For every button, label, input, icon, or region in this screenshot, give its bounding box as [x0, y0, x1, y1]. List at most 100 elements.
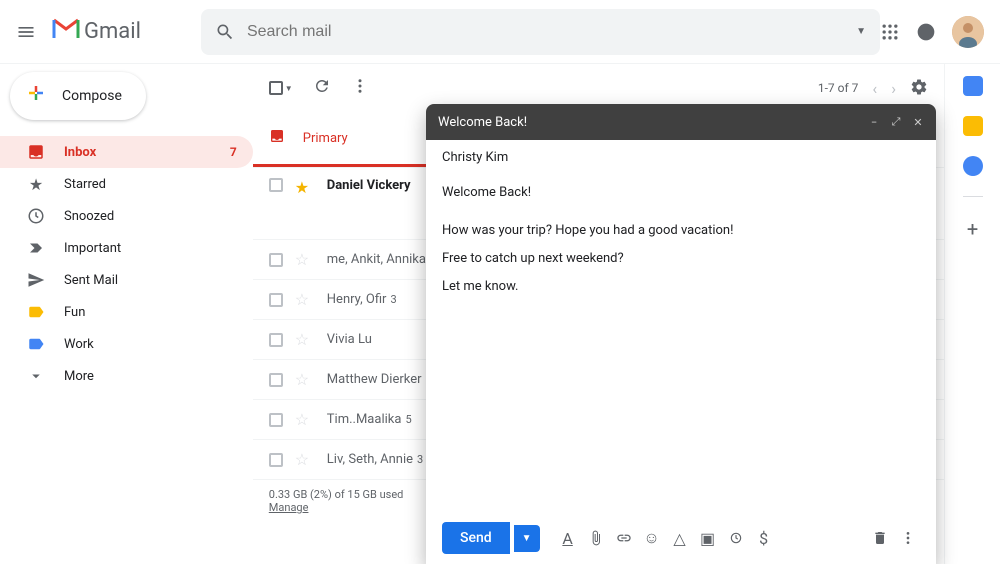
email-checkbox[interactable]: [269, 178, 283, 192]
compose-subject-field[interactable]: Welcome Back!: [426, 175, 936, 210]
discard-draft-icon[interactable]: [868, 526, 892, 550]
header-right: [880, 16, 984, 48]
storage-text: 0.33 GB (2%) of 15 GB used: [269, 488, 404, 501]
email-checkbox[interactable]: [269, 413, 283, 427]
send-options-caret-icon[interactable]: ▼: [514, 525, 540, 552]
main-container: Compose Inbox7★StarredSnoozedImportantSe…: [0, 64, 1000, 564]
insert-emoji-icon[interactable]: ☺: [640, 526, 664, 550]
sidebar-item-label: Important: [64, 241, 121, 256]
close-icon[interactable]: ✕: [912, 116, 924, 128]
app-header: Gmail ▼: [0, 0, 1000, 64]
snooze-icon: [26, 207, 46, 225]
insert-photo-icon[interactable]: ▣: [696, 526, 720, 550]
email-checkbox[interactable]: [269, 333, 283, 347]
select-caret-icon[interactable]: ▼: [285, 84, 293, 93]
hamburger-menu-icon[interactable]: [16, 22, 36, 42]
more-icon: [26, 367, 46, 385]
tasks-app-icon[interactable]: [963, 156, 983, 176]
content: ▼ 1-7 of 7 ‹ › PrimarySocialPromotionsiU…: [253, 64, 1000, 564]
gmail-logo[interactable]: Gmail: [52, 18, 141, 46]
compose-more-icon[interactable]: [896, 526, 920, 550]
compose-button[interactable]: Compose: [10, 72, 146, 120]
divider: [963, 196, 983, 197]
sidebar-item-fun[interactable]: Fun: [0, 296, 253, 328]
sidebar-item-label: Work: [64, 337, 94, 352]
plus-icon: [24, 81, 48, 111]
email-checkbox[interactable]: [269, 453, 283, 467]
email-checkbox[interactable]: [269, 293, 283, 307]
compose-toolbar: Send ▼ A ☺ △ ▣ $: [426, 512, 936, 564]
page-prev-icon[interactable]: ‹: [872, 79, 877, 98]
compose-to-field[interactable]: Christy Kim: [426, 140, 936, 175]
gmail-logo-text: Gmail: [84, 19, 141, 44]
compose-window: Welcome Back! − ⤢ ✕ Christy Kim Welcome …: [426, 104, 936, 564]
google-apps-icon[interactable]: [880, 22, 900, 42]
primary-tab-icon: [269, 128, 287, 148]
sidebar-item-label: Fun: [64, 305, 85, 320]
sidebar-item-important[interactable]: Important: [0, 232, 253, 264]
minimize-icon[interactable]: −: [868, 116, 880, 128]
page-count: 1-7 of 7: [818, 81, 859, 95]
calendar-app-icon[interactable]: [963, 76, 983, 96]
sidebar-item-count: 7: [230, 145, 237, 159]
search-bar[interactable]: ▼: [201, 9, 880, 55]
tab-label: Primary: [303, 131, 348, 146]
insert-link-icon[interactable]: [612, 526, 636, 550]
attach-file-icon[interactable]: [584, 526, 608, 550]
fullscreen-icon[interactable]: ⤢: [890, 116, 902, 128]
email-checkbox[interactable]: [269, 373, 283, 387]
compose-label: Compose: [62, 88, 122, 104]
star-icon[interactable]: ☆: [295, 330, 311, 349]
star-icon[interactable]: ★: [295, 178, 311, 197]
compose-body-line: Let me know.: [442, 276, 920, 298]
send-button[interactable]: Send: [442, 522, 510, 554]
gmail-m-icon: [52, 18, 80, 46]
more-icon[interactable]: [351, 77, 369, 99]
compose-body-line: Free to catch up next weekend?: [442, 248, 920, 270]
compose-body-line: How was your trip? Hope you had a good v…: [442, 220, 920, 242]
notifications-icon[interactable]: [916, 22, 936, 42]
thread-count: 3: [390, 293, 396, 306]
compose-body[interactable]: How was your trip? Hope you had a good v…: [426, 210, 936, 512]
thread-count: 5: [405, 413, 411, 426]
compose-title: Welcome Back!: [438, 115, 527, 130]
thread-count: 3: [417, 453, 423, 466]
account-avatar[interactable]: [952, 16, 984, 48]
select-all-checkbox[interactable]: [269, 81, 283, 95]
star-icon[interactable]: ☆: [295, 450, 311, 469]
star-icon[interactable]: ☆: [295, 370, 311, 389]
storage-manage-link[interactable]: Manage: [269, 501, 309, 514]
tab-primary[interactable]: Primary: [253, 112, 426, 167]
format-text-icon[interactable]: A: [556, 526, 580, 550]
star-icon[interactable]: ☆: [295, 290, 311, 309]
inbox-icon: [26, 143, 46, 161]
sidebar-item-work[interactable]: Work: [0, 328, 253, 360]
keep-app-icon[interactable]: [963, 116, 983, 136]
insert-money-icon[interactable]: $: [752, 526, 776, 550]
sidebar-item-label: Inbox: [64, 145, 96, 160]
sidebar: Compose Inbox 7 ★StarredSnoozed Important Se…: [0, 64, 253, 564]
add-app-icon[interactable]: +: [967, 217, 978, 241]
refresh-icon[interactable]: [313, 77, 331, 99]
search-options-caret-icon[interactable]: ▼: [856, 26, 866, 37]
insert-drive-icon[interactable]: △: [668, 526, 692, 550]
settings-gear-icon[interactable]: [910, 78, 928, 99]
confidential-mode-icon[interactable]: [724, 526, 748, 550]
sidebar-item-more[interactable]: More: [0, 360, 253, 392]
email-checkbox[interactable]: [269, 253, 283, 267]
sidebar-item-starred[interactable]: ★Starred: [0, 168, 253, 200]
important-icon: [26, 239, 46, 257]
star-icon[interactable]: ☆: [295, 410, 311, 429]
sidebar-item-sent-mail[interactable]: Sent Mail: [0, 264, 253, 296]
page-next-icon[interactable]: ›: [891, 79, 896, 98]
sidebar-item-snoozed[interactable]: Snoozed: [0, 200, 253, 232]
sidebar-item-inbox[interactable]: Inbox 7: [0, 136, 253, 168]
label-icon: [26, 335, 46, 353]
star-icon[interactable]: ☆: [295, 250, 311, 269]
search-icon: [215, 22, 235, 42]
sent-icon: [26, 271, 46, 289]
compose-header[interactable]: Welcome Back! − ⤢ ✕: [426, 104, 936, 140]
sidebar-item-label: Starred: [64, 177, 106, 192]
search-input[interactable]: [247, 23, 848, 41]
toolbar-right: 1-7 of 7 ‹ ›: [818, 78, 928, 99]
